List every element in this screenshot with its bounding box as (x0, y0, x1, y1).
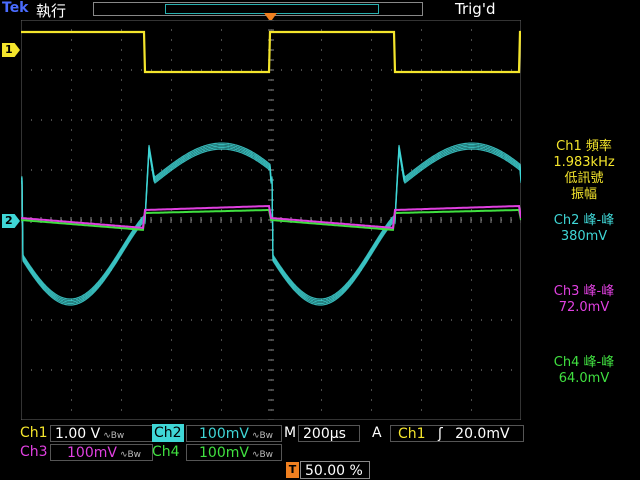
graticule (21, 20, 521, 420)
waveform-display[interactable] (21, 20, 521, 420)
trigger-source: Ch1 (398, 426, 426, 442)
ch3-meas-title: Ch3 峰-峰 (553, 284, 615, 299)
ch4-bw-limit-icon: ∿Bw (251, 450, 274, 460)
brand-logo: Tek (2, 0, 29, 16)
timebase-value: 200µs (303, 426, 346, 442)
ch2-meas-value: 380mV (560, 229, 608, 244)
ch4-meas-value: 64.0mV (558, 371, 610, 386)
timebase-label: M (284, 425, 297, 441)
status-bar: Tek 執行 Trig'd (0, 0, 640, 22)
ch2-label[interactable]: Ch2 (152, 424, 184, 442)
ch3-bw-limit-icon: ∿Bw (119, 450, 142, 460)
trigger-position-value[interactable]: 50.00 % (300, 461, 370, 479)
ch4-scale: 100mV (199, 445, 249, 461)
ch2-ground-marker[interactable]: 2 (2, 214, 20, 228)
ch1-bw-limit-icon: ∿Bw (103, 431, 125, 441)
ch3-scale-box[interactable]: 100mV ∿Bw (50, 444, 153, 461)
ch1-scale: 1.00 V (55, 426, 101, 442)
ch2-scale: 100mV (199, 426, 249, 442)
ch1-meas-title: Ch1 頻率 (556, 139, 612, 154)
trigger-position-badge: T (286, 462, 299, 478)
ch1-meas-note2: 振幅 (570, 187, 597, 202)
ch1-meas-note1: 低訊號 (564, 171, 604, 186)
ch2-meas-title: Ch2 峰-峰 (553, 213, 615, 228)
ch4-pk-pk-readout: Ch4 峰-峰 64.0mV (528, 355, 640, 387)
ch3-scale: 100mV (67, 445, 117, 461)
ch1-label[interactable]: Ch1 (20, 424, 48, 442)
timebase-box[interactable]: 200µs (298, 425, 360, 442)
trigger-mode: A (372, 425, 382, 441)
trigger-slope-icon: ʃ (438, 426, 443, 442)
ch3-pk-pk-readout: Ch3 峰-峰 72.0mV (528, 284, 640, 316)
ch1-frequency-readout: Ch1 頻率 1.983kHz 低訊號 振幅 (528, 139, 640, 203)
trigger-status: Trig'd (455, 0, 496, 18)
ch1-ground-marker[interactable]: 1 (2, 43, 20, 57)
ch4-scale-box[interactable]: 100mV ∿Bw (186, 444, 282, 461)
ch1-meas-value: 1.983kHz (553, 155, 615, 170)
record-view-window[interactable] (165, 4, 379, 14)
ch4-meas-title: Ch4 峰-峰 (553, 355, 615, 370)
acquisition-state: 執行 (36, 2, 67, 20)
ch3-label[interactable]: Ch3 (20, 443, 48, 461)
ch4-label[interactable]: Ch4 (152, 443, 180, 461)
trigger-settings-box[interactable]: Ch1 ʃ 20.0mV (390, 425, 524, 442)
ch2-bw-limit-icon: ∿Bw (251, 431, 274, 441)
ch1-scale-box[interactable]: 1.00 V ∿Bw (50, 425, 153, 442)
ch2-scale-box[interactable]: 100mV ∿Bw (186, 425, 282, 442)
trigger-level: 20.0mV (455, 426, 510, 442)
ch3-meas-value: 72.0mV (558, 300, 610, 315)
ch2-pk-pk-readout: Ch2 峰-峰 380mV (528, 213, 640, 245)
